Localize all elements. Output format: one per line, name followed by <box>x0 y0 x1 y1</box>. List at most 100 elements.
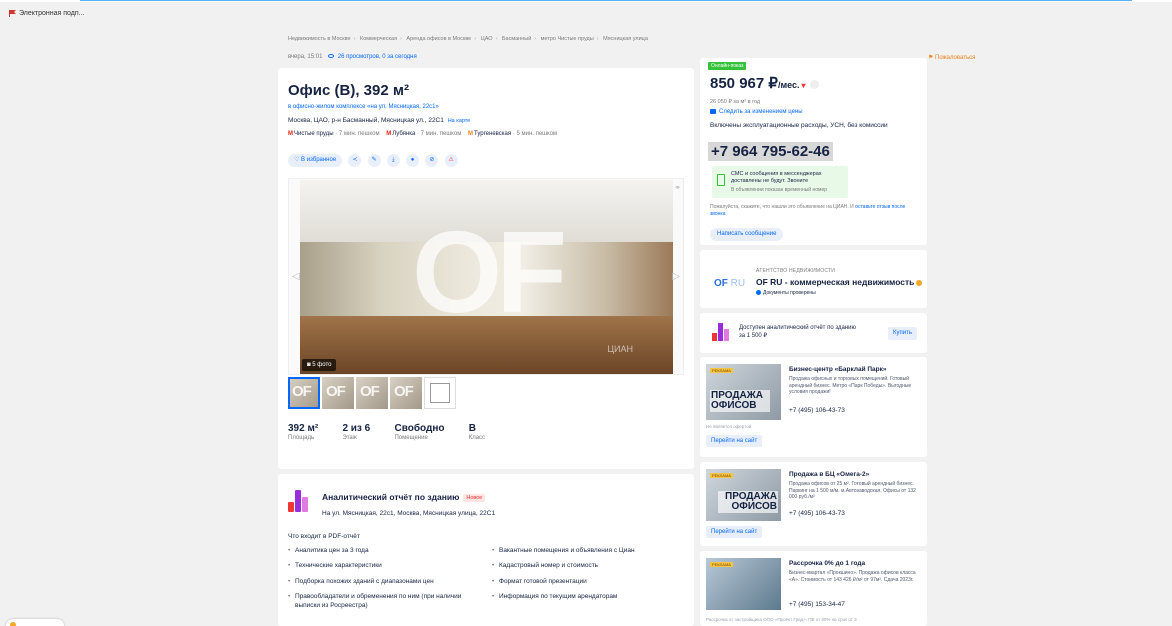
thumbnail[interactable]: OF <box>288 377 320 409</box>
chevron-right-icon[interactable]: ▷ <box>672 271 680 282</box>
views-link[interactable]: 26 просмотров, 0 за сегодня <box>338 54 417 60</box>
fact-area: 392 м² Площадь <box>288 423 318 441</box>
phone-icon <box>717 174 725 186</box>
breadcrumb: Недвижимость в Москве › Коммерческая › Аре… <box>288 36 648 42</box>
metro-name[interactable]: Лубянка <box>392 131 415 137</box>
ad-card: РЕКЛАМА Рассрочка 0% до 1 года Бизнес-кв… <box>700 551 927 626</box>
report-list-left: Аналитика цен за 3 года Технические хара… <box>288 547 488 617</box>
price-amount: 850 967 ₽ <box>710 75 778 92</box>
listing-meta: вчера, 15:01 26 просмотров, 0 за сегодня <box>288 54 417 60</box>
hide-icon[interactable]: ⊘ <box>425 154 439 167</box>
list-item: Информация по текущим арендаторам <box>492 593 692 602</box>
thumbnail[interactable]: OF <box>390 377 422 409</box>
ad-image-text: ПРОДАЖА ОФИСОВ <box>710 390 770 412</box>
metro-name[interactable]: Тургеневская <box>474 131 511 137</box>
metro-icon: M <box>288 131 293 137</box>
ad-description: Продажа офисов от 25 м². Готовый арендны… <box>789 481 916 500</box>
breadcrumb-item[interactable]: метро Чистые пруды <box>541 36 594 42</box>
info-icon[interactable] <box>809 79 819 89</box>
ad-title[interactable]: Продажа в БЦ «Омега-2» <box>789 471 869 478</box>
ad-image[interactable]: РЕКЛАМА ПРОДАЖА ОФИСОВ <box>706 469 781 521</box>
favorite-button[interactable]: ♡ В избранное <box>288 154 343 167</box>
breadcrumb-item[interactable]: Коммерческая <box>360 36 397 42</box>
photo-count-badge[interactable]: ◙ 5 фото <box>302 359 337 371</box>
breadcrumb-item[interactable]: Мясницкая улица <box>603 36 648 42</box>
thumbnail[interactable]: OF <box>356 377 388 409</box>
edit-icon[interactable]: ✎ <box>367 154 381 167</box>
page-title: Офис (B), 392 м² <box>288 82 409 99</box>
chevron-left-icon[interactable]: ◁ <box>292 271 300 282</box>
agency-name-text: OF RU - коммерческая недвижимость <box>756 277 915 287</box>
complaint-label: Пожаловаться <box>935 55 976 61</box>
agency-logo-suffix: RU <box>730 278 746 289</box>
ad-phone[interactable]: +7 (495) 106-43-73 <box>789 407 845 414</box>
metro-icon: M <box>468 131 474 137</box>
agency-name[interactable]: OF RU - коммерческая недвижимость <box>756 277 923 287</box>
ad-site-button[interactable]: Перейти на сайт <box>706 435 763 447</box>
complaint-button[interactable]: ⚑ Пожаловаться <box>928 54 975 61</box>
thumbnail-strip: OF OF OF OF <box>288 377 458 409</box>
breadcrumb-item[interactable]: Басманный <box>502 36 531 42</box>
bookmarks-bar: Электронная подп... <box>0 8 1172 22</box>
complex-link[interactable]: в офисно-жилом комплексе «на ул. Мясницк… <box>288 104 439 110</box>
check-icon <box>756 290 761 296</box>
link-icon[interactable]: ⚭ <box>674 183 681 192</box>
fact-value: Свободно <box>394 423 445 434</box>
price-change-icon[interactable]: ▾ <box>802 81 806 90</box>
bookmark-link[interactable]: Электронная подп... <box>19 10 85 17</box>
main-photo[interactable]: OF ЦИАН <box>300 180 673 374</box>
share-icon[interactable]: ≺ <box>348 154 362 167</box>
ad-site-button[interactable]: Перейти на сайт <box>706 526 763 538</box>
price-terms: Включены эксплуатационные расходы, УСН, … <box>710 122 888 129</box>
breadcrumb-item[interactable]: Аренда офисов в Москве <box>406 36 471 42</box>
fact-floor: 2 из 6 Этаж <box>342 423 370 441</box>
ad-title[interactable]: Рассрочка 0% до 1 года <box>789 560 865 567</box>
list-item: Подборка похожих зданий с диапазонами це… <box>288 578 488 587</box>
compare-icon[interactable]: ● <box>406 154 420 167</box>
buy-button[interactable]: Купить <box>888 327 917 340</box>
breadcrumb-item[interactable]: ЦАО <box>481 36 493 42</box>
follow-price-link[interactable]: Следить за изменением цены <box>710 109 803 115</box>
report-title: Аналитический отчёт по зданию Новое <box>322 492 486 502</box>
report-chart-icon <box>288 490 310 512</box>
list-item: Правообладатели и обременения по ним (пр… <box>288 593 473 610</box>
warning-icon[interactable]: ⚠ <box>444 154 458 167</box>
new-badge: Новое <box>463 493 486 502</box>
ad-card: РЕКЛАМА ПРОДАЖА ОФИСОВ Продажа в БЦ «Омег… <box>700 462 927 546</box>
metro-list: MЧистые пруды · 7 мин. пешком MЛубянка ·… <box>288 131 562 137</box>
write-message-button[interactable]: Написать сообщение <box>710 228 784 241</box>
follow-label: Следить за изменением цены <box>719 109 803 116</box>
fact-label: Площадь <box>288 435 315 441</box>
chat-widget[interactable] <box>6 619 64 626</box>
ad-image[interactable]: РЕКЛАМА ПРОДАЖА ОФИСОВ <box>706 364 781 420</box>
agency-verified: Документы проверены <box>756 290 816 296</box>
ad-card: РЕКЛАМА ПРОДАЖА ОФИСОВ Бизнес-центр «Барк… <box>700 357 927 457</box>
mail-icon <box>710 109 716 114</box>
report-chart-icon <box>712 323 730 341</box>
metro-time: · 7 мин. пешком <box>335 131 380 137</box>
ad-tag: РЕКЛАМА <box>710 473 733 478</box>
online-tour-badge: Онлайн-показ <box>708 62 747 70</box>
flag-icon <box>9 10 16 17</box>
ad-title[interactable]: Бизнес-центр «Барклай Парк» <box>789 366 887 373</box>
thumbnail[interactable]: OF <box>322 377 354 409</box>
list-item: Аналитика цен за 3 года <box>288 547 488 556</box>
floorplan-thumbnail[interactable] <box>424 377 456 409</box>
metro-name[interactable]: Чистые пруды <box>294 131 334 137</box>
ad-image[interactable]: РЕКЛАМА <box>706 558 781 610</box>
breadcrumb-item[interactable]: Недвижимость в Москве <box>288 36 351 42</box>
list-item: Технические характеристики <box>288 562 488 571</box>
sms-warning: СМС и сообщения в мессенджерах доставлен… <box>712 166 848 198</box>
agency-caption: АГЕНТСТВО НЕДВИЖИМОСТИ <box>756 268 836 274</box>
report-contents-heading: Что входит в PDF-отчёт <box>288 533 360 540</box>
photo-gallery: OF ЦИАН ◁ ▷ ⚭ ◙ 5 фото <box>288 178 684 375</box>
ad-phone[interactable]: +7 (495) 106-43-73 <box>789 510 845 517</box>
ad-phone[interactable]: +7 (495) 153-34-47 <box>789 601 845 608</box>
agency-logo[interactable]: OF RU <box>714 278 745 289</box>
metro-time: · 5 мин. пешком <box>512 131 558 137</box>
metro-time: · 7 мин. пешком <box>416 131 462 137</box>
map-link[interactable]: На карте <box>448 118 471 124</box>
analytic-card: Доступен аналитический отчёт по зданию з… <box>700 313 927 353</box>
phone-number[interactable]: +7 964 795-62-46 <box>708 142 833 161</box>
download-icon[interactable]: ⤓ <box>386 154 400 167</box>
